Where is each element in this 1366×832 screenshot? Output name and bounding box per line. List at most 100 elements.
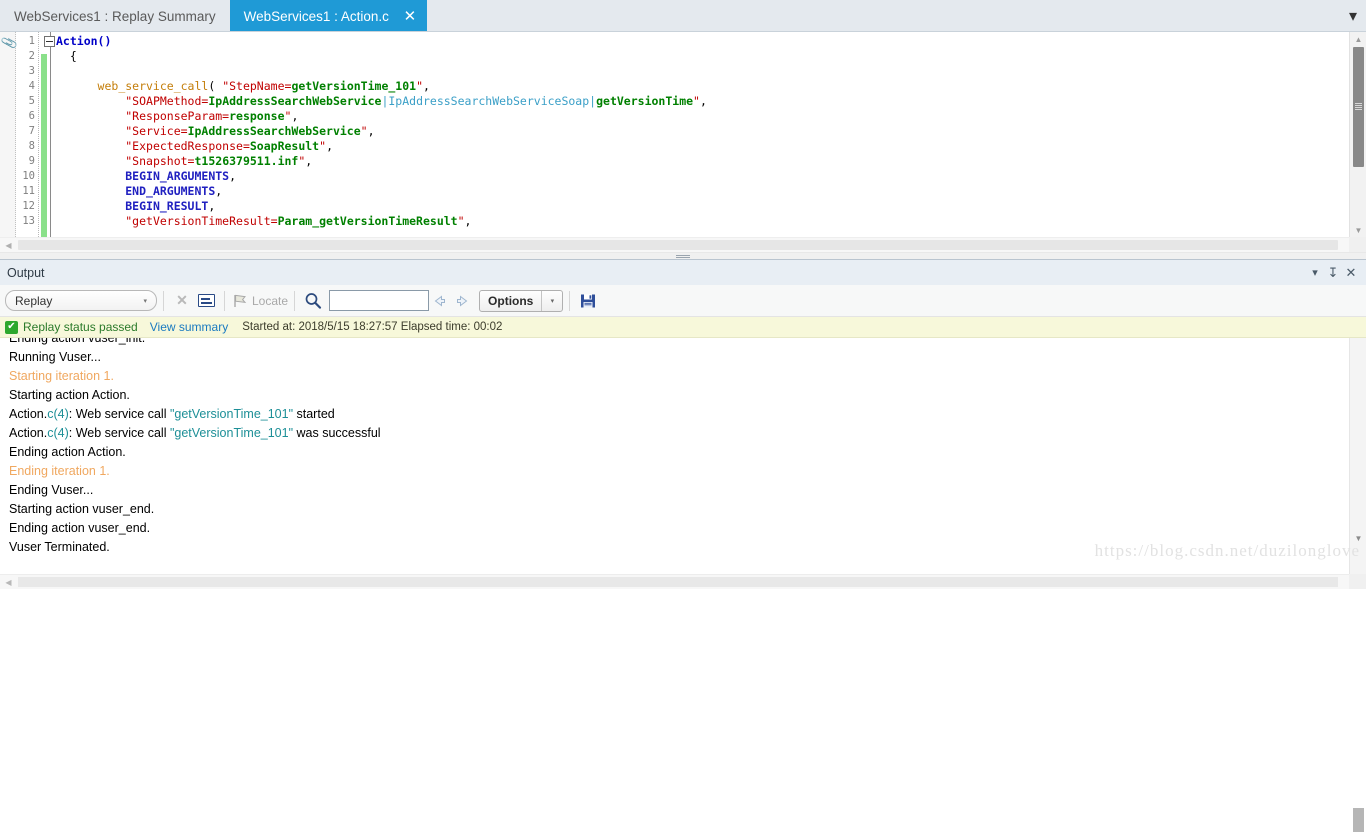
code-token: " bbox=[693, 94, 700, 108]
log-line: Ending Vuser... bbox=[9, 481, 381, 500]
code-token: "ExpectedResponse= bbox=[125, 139, 250, 153]
scrollbar-thumb[interactable] bbox=[18, 240, 1338, 250]
log-segment: Ending action vuser_init. bbox=[9, 338, 146, 345]
output-panel: Output ▾ ↧ ✕ Replay ▾ ✕ Locate Options ▾… bbox=[0, 260, 1366, 832]
log-content: Ending action vuser_init. Running Vuser..… bbox=[9, 338, 381, 557]
find-next-button[interactable] bbox=[451, 290, 473, 312]
scroll-left-icon[interactable]: ◀ bbox=[2, 239, 15, 252]
arrow-left-icon bbox=[434, 295, 446, 306]
editor-vertical-scrollbar[interactable]: ▲ ▼ bbox=[1349, 32, 1366, 237]
code-token: t1526379511.inf bbox=[194, 154, 299, 168]
options-button[interactable]: Options ▾ bbox=[479, 289, 564, 312]
line-number: 12 bbox=[22, 200, 35, 212]
log-segment: "getVersionTime_101" bbox=[169, 407, 294, 421]
log-segment: : Web service call bbox=[68, 407, 170, 421]
log-segment: "getVersionTime_101" bbox=[169, 426, 294, 440]
code-token: response bbox=[229, 109, 285, 123]
line-number: 1 bbox=[28, 35, 35, 47]
search-button[interactable] bbox=[301, 289, 325, 313]
tab-action-c[interactable]: WebServices1 : Action.c ✕ bbox=[229, 0, 427, 32]
save-output-button[interactable] bbox=[576, 289, 600, 313]
line-number: 4 bbox=[28, 80, 35, 92]
code-token: , bbox=[291, 109, 299, 123]
view-summary-link[interactable]: View summary bbox=[150, 320, 228, 334]
code-content[interactable]: Action() { web_service_call( "StepName=g… bbox=[56, 34, 707, 229]
scroll-down-icon[interactable]: ▼ bbox=[1350, 531, 1366, 545]
code-editor[interactable]: 📎 1 2 3 4 5 6 7 8 9 10 11 12 13 Action() { web_servi… bbox=[0, 32, 1366, 237]
log-segment: : Web service call bbox=[68, 426, 170, 440]
close-icon[interactable]: ✕ bbox=[401, 7, 419, 25]
chevron-down-icon[interactable]: ▾ bbox=[1306, 260, 1324, 285]
scroll-up-icon[interactable]: ▲ bbox=[1350, 32, 1366, 46]
locate-button[interactable]: Locate bbox=[231, 292, 288, 310]
scrollbar-thumb[interactable] bbox=[18, 577, 1338, 587]
log-line: Action.c(4): Web service call "getVersio… bbox=[9, 405, 381, 424]
options-label: Options bbox=[488, 293, 534, 308]
source-select[interactable]: Replay ▾ bbox=[5, 290, 157, 311]
code-token: , bbox=[229, 169, 237, 183]
chevron-down-icon: ▾ bbox=[143, 297, 147, 305]
line-number: 11 bbox=[22, 185, 35, 197]
line-number: 2 bbox=[28, 50, 35, 62]
code-token: IpAddressSearchWebServiceSoap bbox=[388, 94, 590, 108]
code-token: , bbox=[215, 184, 223, 198]
code-token: web_service_call bbox=[97, 79, 209, 93]
code-token: BEGIN_RESULT bbox=[125, 199, 209, 213]
code-token: "ResponseParam= bbox=[125, 109, 230, 123]
code-line: { bbox=[56, 49, 707, 64]
tab-bar-spacer bbox=[427, 0, 1340, 32]
log-segment: c(4) bbox=[47, 426, 69, 440]
pin-icon[interactable]: ↧ bbox=[1324, 260, 1342, 285]
code-line: "SOAPMethod=IpAddressSearchWebService|Ip… bbox=[56, 94, 707, 109]
code-token: IpAddressSearchWebService bbox=[187, 124, 361, 138]
run-metadata: Started at: 2018/5/15 18:27:57 Elapsed t… bbox=[242, 321, 503, 333]
chevron-down-icon[interactable]: ▾ bbox=[1340, 0, 1366, 32]
search-input[interactable] bbox=[329, 290, 430, 311]
panel-splitter[interactable] bbox=[0, 252, 1366, 260]
log-segment: Starting action Action. bbox=[9, 388, 130, 402]
output-horizontal-scrollbar[interactable]: ◀ bbox=[0, 574, 1349, 589]
splitter-grip-icon bbox=[676, 255, 690, 259]
tab-label: WebServices1 : Action.c bbox=[243, 8, 389, 24]
code-token: , bbox=[326, 139, 333, 153]
scroll-left-icon[interactable]: ◀ bbox=[2, 576, 15, 589]
code-token: Action() bbox=[56, 34, 112, 48]
output-vertical-scrollbar[interactable]: ▼ bbox=[1349, 338, 1366, 832]
code-token: " bbox=[416, 79, 423, 93]
code-token: , bbox=[464, 214, 472, 228]
log-segment: Ending iteration 1. bbox=[9, 464, 110, 478]
clear-output-button[interactable]: ✕ bbox=[170, 289, 194, 313]
scrollbar-thumb[interactable] bbox=[1353, 808, 1364, 832]
log-line: Starting action Action. bbox=[9, 386, 381, 405]
editor-margin: 📎 bbox=[0, 32, 19, 237]
check-icon: ✔ bbox=[5, 320, 18, 334]
fold-toggle-icon[interactable] bbox=[44, 36, 55, 47]
log-line: Starting action vuser_end. bbox=[9, 500, 381, 519]
word-wrap-button[interactable] bbox=[194, 289, 218, 313]
close-icon: ✕ bbox=[176, 292, 188, 308]
chevron-down-icon[interactable]: ▾ bbox=[542, 291, 562, 311]
source-select-value: Replay bbox=[15, 293, 53, 308]
code-token: "Service= bbox=[125, 124, 188, 138]
editor-horizontal-scrollbar[interactable]: ◀ bbox=[0, 237, 1349, 252]
scroll-down-icon[interactable]: ▼ bbox=[1350, 223, 1366, 237]
code-line: "ExpectedResponse=SoapResult", bbox=[56, 139, 707, 154]
toolbar-separator bbox=[224, 290, 225, 311]
tab-replay-summary[interactable]: WebServices1 : Replay Summary bbox=[0, 0, 230, 32]
log-segment: was successful bbox=[293, 426, 381, 440]
close-icon[interactable]: ✕ bbox=[1342, 260, 1360, 285]
log-segment: Starting action vuser_end. bbox=[9, 502, 155, 516]
code-token: END_ARGUMENTS bbox=[125, 184, 216, 198]
log-line: Running Vuser... bbox=[9, 348, 381, 367]
scrollbar-thumb[interactable] bbox=[1353, 47, 1364, 167]
find-previous-button[interactable] bbox=[429, 290, 451, 312]
output-log[interactable]: Ending action vuser_init. Running Vuser..… bbox=[0, 338, 1349, 589]
code-token: IpAddressSearchWebService bbox=[208, 94, 382, 108]
